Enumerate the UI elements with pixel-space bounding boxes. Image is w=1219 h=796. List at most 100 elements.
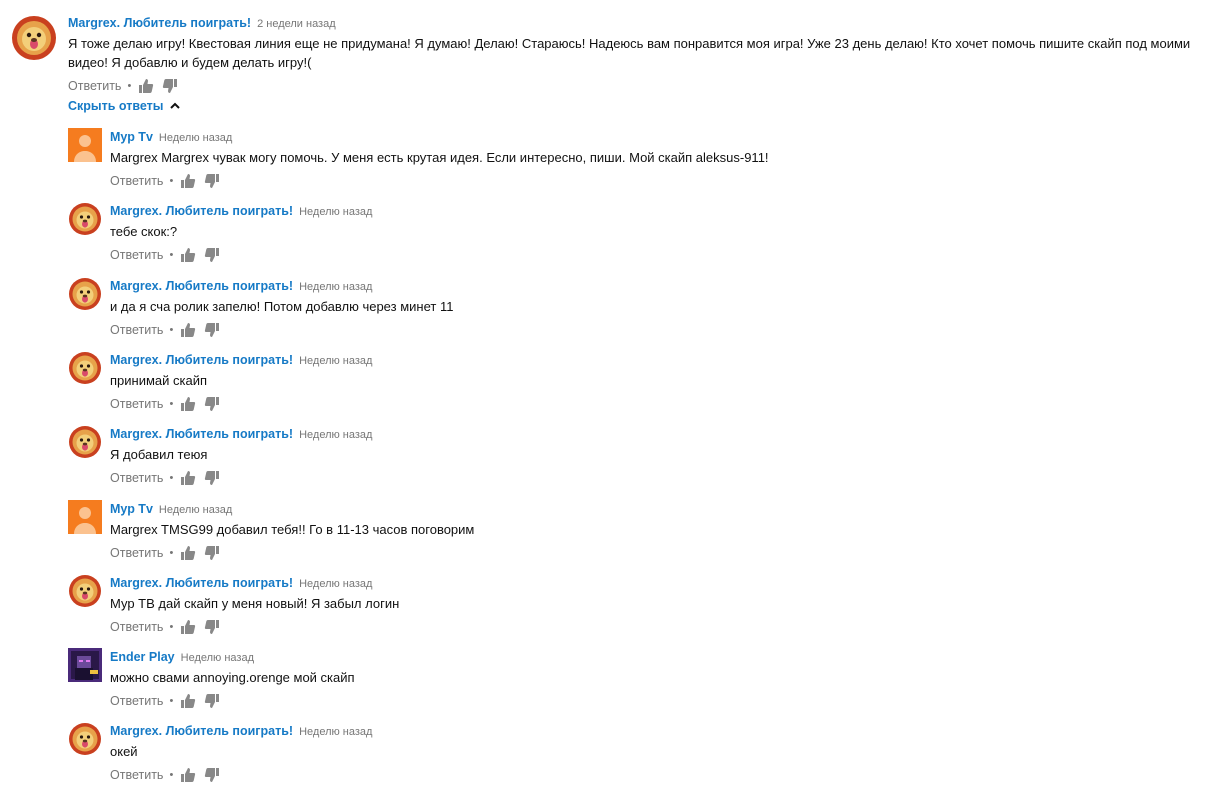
separator-dot: • bbox=[169, 249, 174, 261]
reply-button[interactable]: Ответить bbox=[110, 544, 163, 562]
comment-time[interactable]: Неделю назад bbox=[299, 206, 372, 218]
thumbs-up-icon[interactable] bbox=[180, 693, 196, 709]
comment-actions: Ответить • bbox=[68, 77, 1210, 95]
reply-button[interactable]: Ответить bbox=[68, 77, 121, 95]
reply-comment: Margrex. Любитель поиграть! Неделю назад п… bbox=[68, 351, 1208, 425]
comment-text: Мур ТВ дай скайп у меня новый! Я забыл л… bbox=[110, 596, 400, 611]
comment-actions: Ответить • bbox=[110, 618, 1208, 636]
comment-text: Я добавил теюя bbox=[110, 447, 208, 462]
reply-button[interactable]: Ответить bbox=[110, 321, 163, 339]
separator-dot: • bbox=[169, 398, 174, 410]
comment-author[interactable]: Margrex. Любитель поиграть! bbox=[110, 279, 293, 293]
lion-avatar-icon[interactable] bbox=[68, 722, 102, 756]
reply-comment: Margrex. Любитель поиграть! Неделю назад Я… bbox=[68, 425, 1208, 499]
lion-avatar-icon[interactable] bbox=[68, 425, 102, 459]
comment-text: Margrex Margrex чувак могу помочь. У мен… bbox=[110, 150, 769, 165]
comment-actions: Ответить • bbox=[110, 246, 1208, 264]
comment-author[interactable]: Margrex. Любитель поиграть! bbox=[110, 427, 293, 441]
comment-author[interactable]: Margrex. Любитель поиграть! bbox=[68, 16, 251, 30]
separator-dot: • bbox=[127, 80, 132, 92]
thumbs-up-icon[interactable] bbox=[180, 619, 196, 635]
thumbs-down-icon[interactable] bbox=[204, 619, 220, 635]
thumbs-up-icon[interactable] bbox=[180, 396, 196, 412]
separator-dot: • bbox=[169, 695, 174, 707]
reply-comment: Margrex. Любитель поиграть! Неделю назад М… bbox=[68, 574, 1208, 648]
comment-time[interactable]: Неделю назад bbox=[181, 652, 254, 664]
comment-time[interactable]: Неделю назад bbox=[299, 578, 372, 590]
separator-dot: • bbox=[169, 324, 174, 336]
comment-author[interactable]: Ender Play bbox=[110, 650, 175, 664]
reply-button[interactable]: Ответить bbox=[110, 692, 163, 710]
thumbs-up-icon[interactable] bbox=[180, 173, 196, 189]
comment-text: можно свами annoying.orenge мой скайп bbox=[110, 670, 355, 685]
separator-dot: • bbox=[169, 547, 174, 559]
comment-author[interactable]: Мур Tv bbox=[110, 502, 153, 516]
thumbs-down-icon[interactable] bbox=[204, 396, 220, 412]
reply-button[interactable]: Ответить bbox=[110, 395, 163, 413]
comment-author[interactable]: Margrex. Любитель поиграть! bbox=[110, 576, 293, 590]
thumbs-up-icon[interactable] bbox=[180, 322, 196, 338]
separator-dot: • bbox=[169, 175, 174, 187]
lion-avatar-icon[interactable] bbox=[68, 351, 102, 385]
hide-replies-button[interactable]: Скрыть ответы bbox=[68, 99, 181, 113]
comment-time[interactable]: Неделю назад bbox=[299, 355, 372, 367]
separator-dot: • bbox=[169, 621, 174, 633]
reply-comment: Margrex. Любитель поиграть! Неделю назад о… bbox=[68, 722, 1208, 796]
reply-button[interactable]: Ответить bbox=[110, 246, 163, 264]
orange-default-avatar-icon[interactable] bbox=[68, 128, 102, 162]
hide-replies-label: Скрыть ответы bbox=[68, 99, 164, 113]
separator-dot: • bbox=[169, 472, 174, 484]
comment-text: Margrex TMSG99 добавил тебя!! Го в 11-13… bbox=[110, 522, 475, 537]
thumbs-down-icon[interactable] bbox=[204, 173, 220, 189]
comment-text: Я тоже делаю игру! Квестовая линия еще н… bbox=[68, 36, 1191, 70]
comment-actions: Ответить • bbox=[110, 692, 1208, 710]
comment-actions: Ответить • bbox=[110, 395, 1208, 413]
comment-actions: Ответить • bbox=[110, 172, 1208, 190]
thumbs-up-icon[interactable] bbox=[180, 767, 196, 783]
comment-text: принимай скайп bbox=[110, 373, 208, 388]
comment-author[interactable]: Margrex. Любитель поиграть! bbox=[110, 204, 293, 218]
comment-time[interactable]: Неделю назад bbox=[159, 132, 232, 144]
comment-author[interactable]: Margrex. Любитель поиграть! bbox=[110, 353, 293, 367]
orange-default-avatar-icon[interactable] bbox=[68, 500, 102, 534]
thumbs-up-icon[interactable] bbox=[138, 78, 154, 94]
thumbs-down-icon[interactable] bbox=[204, 247, 220, 263]
comment-actions: Ответить • bbox=[110, 469, 1208, 487]
thumbs-up-icon[interactable] bbox=[180, 470, 196, 486]
comment-time[interactable]: Неделю назад bbox=[299, 726, 372, 738]
reply-comment: Ender Play Неделю назад можно свами annoyi… bbox=[68, 648, 1208, 722]
reply-button[interactable]: Ответить bbox=[110, 469, 163, 487]
reply-comment: Margrex. Любитель поиграть! Неделю назад и… bbox=[68, 277, 1208, 351]
comment-time[interactable]: Неделю назад bbox=[299, 281, 372, 293]
ender-avatar-icon[interactable] bbox=[68, 648, 102, 682]
comment-text: и да я сча ролик запелю! Потом добавлю ч… bbox=[110, 299, 454, 314]
thumbs-down-icon[interactable] bbox=[204, 322, 220, 338]
comment-text: тебе скок:? bbox=[110, 224, 178, 239]
comment-time[interactable]: Неделю назад bbox=[159, 504, 232, 516]
reply-button[interactable]: Ответить bbox=[110, 618, 163, 636]
chevron-up-icon bbox=[170, 102, 181, 109]
lion-avatar-icon[interactable] bbox=[68, 574, 102, 608]
comment-actions: Ответить • bbox=[110, 544, 1208, 562]
comment-time[interactable]: Неделю назад bbox=[299, 429, 372, 441]
comment-actions: Ответить • bbox=[110, 321, 1208, 339]
thumbs-down-icon[interactable] bbox=[204, 693, 220, 709]
comment-author[interactable]: Margrex. Любитель поиграть! bbox=[110, 724, 293, 738]
reply-comment: Margrex. Любитель поиграть! Неделю назад т… bbox=[68, 202, 1208, 276]
reply-button[interactable]: Ответить bbox=[110, 766, 163, 784]
lion-avatar-icon[interactable] bbox=[68, 202, 102, 236]
lion-avatar-icon[interactable] bbox=[10, 14, 58, 62]
thumbs-down-icon[interactable] bbox=[204, 545, 220, 561]
thumbs-up-icon[interactable] bbox=[180, 247, 196, 263]
comment-text: окей bbox=[110, 744, 138, 759]
reply-button[interactable]: Ответить bbox=[110, 172, 163, 190]
thumbs-down-icon[interactable] bbox=[204, 470, 220, 486]
reply-comment: Мур Tv Неделю назад Margrex TMSG99 добавил… bbox=[68, 500, 1208, 574]
thumbs-down-icon[interactable] bbox=[204, 767, 220, 783]
thumbs-down-icon[interactable] bbox=[162, 78, 178, 94]
thumbs-up-icon[interactable] bbox=[180, 545, 196, 561]
comment-author[interactable]: Мур Tv bbox=[110, 130, 153, 144]
lion-avatar-icon[interactable] bbox=[68, 277, 102, 311]
comment-time[interactable]: 2 недели назад bbox=[257, 18, 336, 30]
separator-dot: • bbox=[169, 769, 174, 781]
